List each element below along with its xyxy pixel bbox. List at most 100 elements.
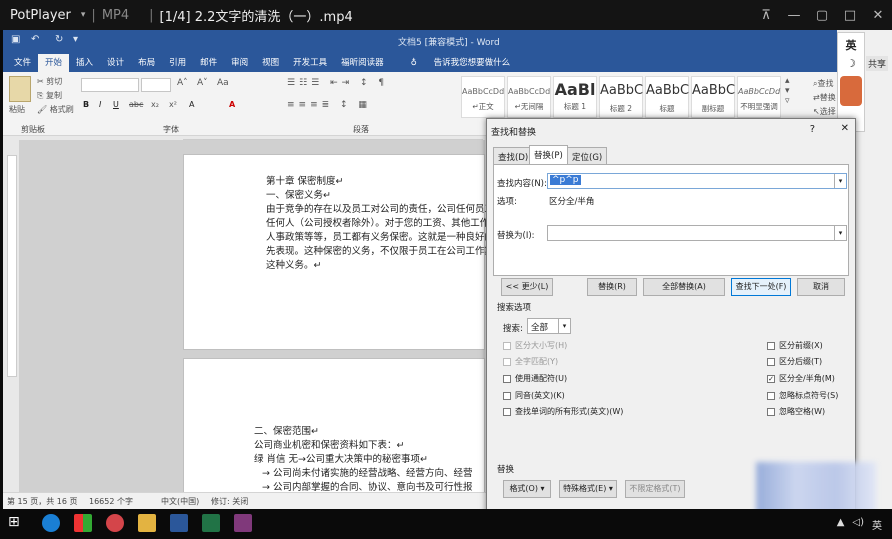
list-buttons[interactable]: ☰☷☰ ⇤⇥ ↕ ¶ (287, 78, 388, 88)
checkbox-whole-word[interactable]: 全字匹配(Y) (503, 356, 558, 367)
ime-lang[interactable]: 英 (838, 37, 864, 53)
cancel-button[interactable]: 取消 (797, 278, 845, 296)
search-icon[interactable] (42, 514, 60, 532)
help-icon[interactable]: ? (810, 124, 815, 135)
replace-button[interactable]: ⇄替换 (813, 92, 836, 103)
tab-references[interactable]: 引用 (162, 54, 193, 72)
checkbox-box[interactable] (503, 407, 511, 416)
text-effects-button[interactable]: A (189, 100, 194, 109)
page[interactable]: 第十章 保密制度↵ 一、保密义务↵ 由于竞争的存在以及员工对公司的责任，公司任何… (183, 154, 494, 350)
change-case-icon[interactable]: Aa (217, 78, 229, 88)
style-subtitle[interactable]: AaBbC 副标题 (691, 76, 735, 118)
restore-icon[interactable]: ▢ (808, 0, 836, 30)
tab-foxit[interactable]: 福昕阅读器 (334, 54, 391, 72)
tab-developer[interactable]: 开发工具 (286, 54, 334, 72)
replace-all-button[interactable]: 全部替换(A) (643, 278, 725, 296)
checkbox-match-case[interactable]: 区分大小写(H) (503, 340, 567, 351)
checkbox-ignore-punctuation[interactable]: 忽略标点符号(S) (767, 390, 838, 401)
app-icon[interactable] (74, 514, 92, 532)
windows-start-icon[interactable]: ⊞ (8, 514, 26, 532)
tab-design[interactable]: 设计 (100, 54, 131, 72)
checkbox-box[interactable] (503, 374, 511, 383)
find-button[interactable]: ⌕查找 (813, 78, 833, 89)
checkbox-match-width[interactable]: ✓ 区分全/半角(M) (767, 373, 835, 384)
page-count[interactable]: 第 15 页，共 16 页 (7, 496, 78, 507)
close-icon[interactable]: ✕ (864, 0, 892, 30)
underline-button[interactable]: U (113, 100, 119, 109)
chevron-down-icon[interactable]: ▾ (558, 319, 570, 333)
cut-button[interactable]: ✂ 剪切 (37, 76, 62, 87)
track-changes-status[interactable]: 修订: 关闭 (211, 496, 248, 507)
checkbox-box[interactable] (767, 391, 775, 400)
checkbox-box[interactable] (503, 341, 511, 350)
tab-replace[interactable]: 替换(P) (529, 145, 568, 165)
format-painter-button[interactable]: 🖌 格式刷 (37, 104, 74, 115)
style-no-spacing[interactable]: AaBbCcDd ↵无间隔 (507, 76, 551, 118)
tab-review[interactable]: 审阅 (224, 54, 255, 72)
style-normal[interactable]: AaBbCcDd ↵正文 (461, 76, 505, 118)
checkbox-box[interactable] (503, 357, 511, 366)
font-size-select[interactable] (141, 78, 171, 92)
find-next-button[interactable]: 查找下一处(F) (731, 278, 791, 296)
replace-button[interactable]: 替换(R) (587, 278, 637, 296)
styles-scroll-icon[interactable]: ▴ ▾ ▿ (785, 76, 790, 106)
checkbox-box[interactable] (503, 391, 511, 400)
pin-icon[interactable]: ⊼ (752, 0, 780, 30)
tab-home[interactable]: 开始 (38, 54, 70, 72)
format-button[interactable]: 格式(O) ▾ (503, 480, 551, 498)
language-indicator[interactable]: 中文(中国) (161, 496, 199, 507)
search-direction-select[interactable]: 全部 ▾ (527, 318, 571, 334)
checkbox-all-word-forms[interactable]: 查找单词的所有形式(英文)(W) (503, 406, 623, 417)
grow-font-icon[interactable]: A˄ (177, 78, 188, 88)
page[interactable]: 二、保密范围↵ 公司商业机密和保密资料如下表：↵ 绿 肖信 无→公司重大决策中的… (183, 358, 485, 498)
no-formatting-button[interactable]: 不限定格式(T) (625, 480, 685, 498)
customize-icon[interactable]: ▾ (73, 34, 78, 45)
checkbox-wildcards[interactable]: 使用通配符(U) (503, 373, 567, 384)
copy-button[interactable]: ⎘ 复制 (37, 90, 62, 101)
redo-icon[interactable]: ↻ (55, 34, 63, 45)
italic-button[interactable]: I (99, 100, 101, 109)
checkbox-match-suffix[interactable]: 区分后缀(T) (767, 356, 822, 367)
font-color-button[interactable]: A (229, 100, 235, 109)
select-button[interactable]: ↖选择 (813, 106, 836, 117)
checkbox-box[interactable] (767, 407, 775, 416)
chevron-down-icon[interactable]: ▾ (81, 10, 86, 20)
close-icon[interactable]: ✕ (841, 123, 849, 134)
checkbox-match-prefix[interactable]: 区分前缀(X) (767, 340, 823, 351)
paste-button[interactable]: 粘贴 (9, 104, 25, 115)
tab-mailings[interactable]: 邮件 (193, 54, 224, 72)
player-logo[interactable]: PotPlayer (0, 8, 81, 23)
tab-find[interactable]: 查找(D) (493, 147, 534, 164)
font-name-select[interactable] (81, 78, 139, 92)
save-icon[interactable]: ▣ (11, 34, 20, 45)
superscript-button[interactable]: x² (169, 100, 177, 109)
tell-me-box[interactable]: ♁ 告诉我您想要做什么 (397, 54, 524, 72)
subscript-button[interactable]: x₂ (151, 100, 159, 109)
find-input[interactable]: ^p^p ▾ (547, 173, 847, 189)
tab-goto[interactable]: 定位(G) (567, 147, 608, 164)
tab-layout[interactable]: 布局 (131, 54, 162, 72)
share-button[interactable]: 共享 (866, 56, 889, 71)
checkbox-ignore-whitespace[interactable]: 忽略空格(W) (767, 406, 825, 417)
style-heading-2[interactable]: AaBbC 标题 2 (599, 76, 643, 118)
chevron-down-icon[interactable]: ▾ (834, 226, 846, 240)
style-subtle-emphasis[interactable]: AaBbCcDd 不明显强调 (737, 76, 781, 118)
align-buttons[interactable]: ≡≡≡≣ ↕ ▦ (287, 100, 371, 110)
strikethrough-button[interactable]: abc (129, 100, 143, 109)
network-icon[interactable]: ▲ (837, 517, 845, 532)
undo-icon[interactable]: ↶ (31, 34, 39, 45)
checkbox-box[interactable] (767, 341, 775, 350)
style-heading-1[interactable]: AaBl 标题 1 (553, 76, 597, 118)
checkbox-sounds-like[interactable]: 同音(英文)(K) (503, 390, 565, 401)
checkmark-icon[interactable]: ✓ (767, 374, 775, 383)
input-language[interactable]: 英 (872, 517, 882, 532)
less-button[interactable]: << 更少(L) (501, 278, 553, 296)
style-title[interactable]: AaBbC 标题 (645, 76, 689, 118)
onenote-icon[interactable] (234, 514, 252, 532)
word-count[interactable]: 16652 个字 (89, 496, 133, 507)
app-icon[interactable] (106, 514, 124, 532)
chevron-down-icon[interactable]: ▾ (834, 174, 846, 188)
folder-icon[interactable] (138, 514, 156, 532)
checkbox-box[interactable] (767, 357, 775, 366)
tab-file[interactable]: 文件 (7, 54, 38, 72)
